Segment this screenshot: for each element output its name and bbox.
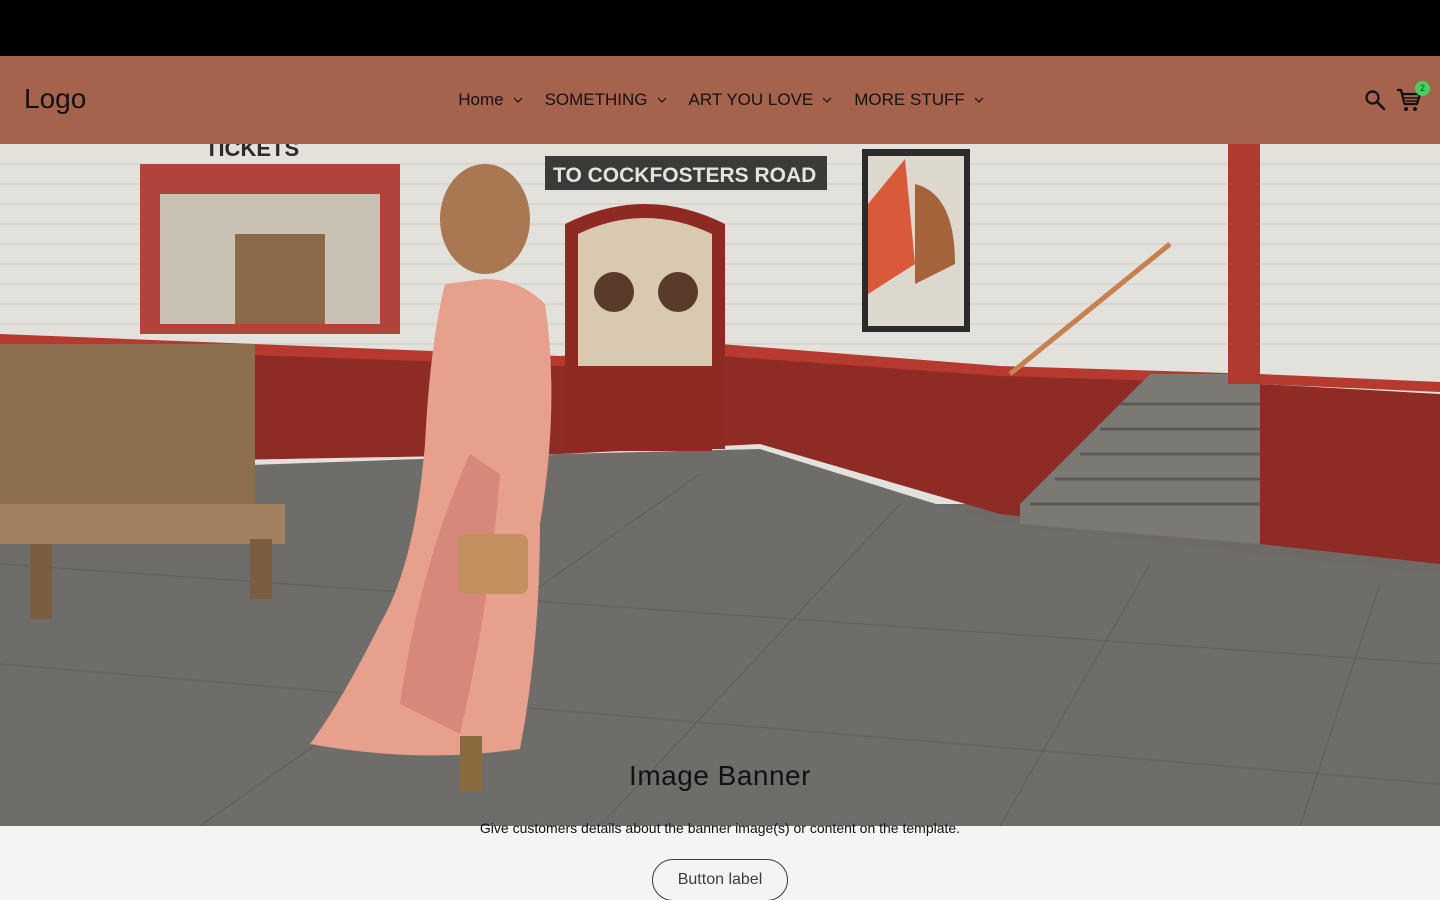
main-nav: Home SOMETHING ART YOU LOVE MORE STUFF [0,56,1440,144]
search-button[interactable] [1360,85,1390,115]
chevron-down-icon [974,97,984,103]
banner-image: TICKETS TO COCKFOSTERS ROAD [0,144,1440,826]
banner-button[interactable]: Button label [652,859,788,900]
cart-count-badge: 2 [1415,81,1430,96]
nav-item-home[interactable]: Home [458,80,523,120]
site-header: Logo Home SOMETHING ART YOU LOVE MORE ST… [0,56,1440,144]
search-icon [1365,90,1386,111]
nav-item-label: SOMETHING [544,90,648,109]
sign-direction: TO COCKFOSTERS ROAD [553,164,816,187]
banner-text: Give customers details about the banner … [479,820,961,836]
header-icons: 2 [1360,81,1430,115]
announcement-bar [0,0,1440,56]
image-banner: TICKETS TO COCKFOSTERS ROAD [0,144,1440,826]
nav-item-label: MORE STUFF [854,90,965,109]
logo[interactable]: Logo [24,82,86,116]
nav-item-label: ART YOU LOVE [688,90,814,109]
sign-tickets: TICKETS [205,144,299,161]
cart-button[interactable]: 2 [1394,81,1430,115]
nav-item-art-you-love[interactable]: ART YOU LOVE [689,80,833,120]
chevron-down-icon [822,97,832,103]
chevron-down-icon [657,97,666,103]
chevron-down-icon [513,97,523,103]
banner-heading: Image Banner [629,760,811,791]
nav-item-more-stuff[interactable]: MORE STUFF [854,80,984,120]
nav-item-something[interactable]: SOMETHING [545,80,667,120]
nav-item-label: Home [458,90,504,109]
